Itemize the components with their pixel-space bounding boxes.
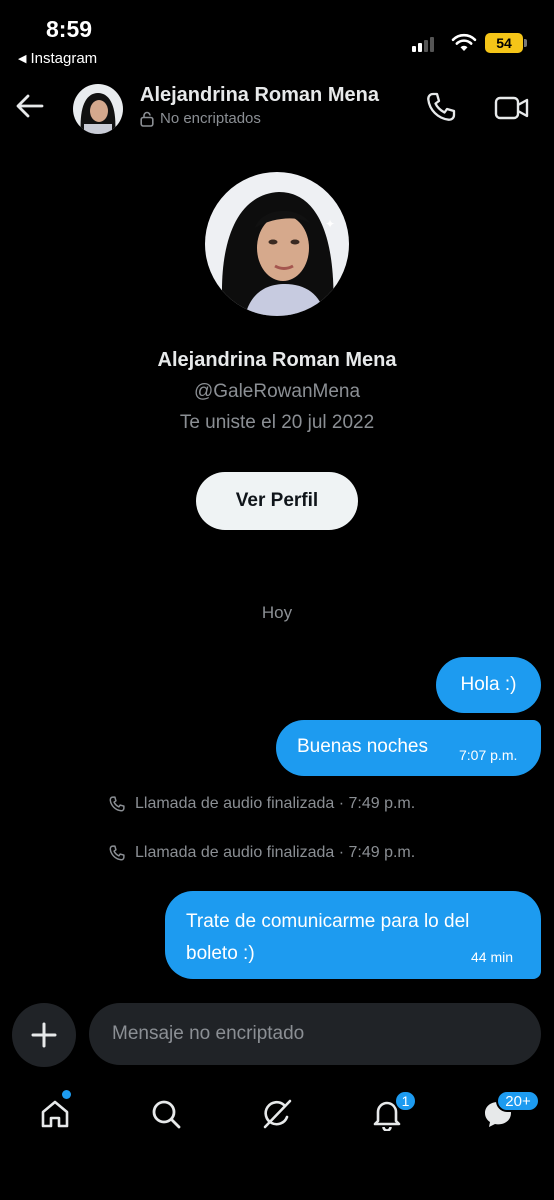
message-time: 7:07 p.m. <box>459 747 518 763</box>
message-text: Hola :) <box>460 674 517 695</box>
message-bubble[interactable]: Hola :) <box>436 657 541 713</box>
cellular-signal-icon <box>412 36 434 52</box>
home-icon <box>41 1100 69 1128</box>
status-bar: 8:59 ◀ Instagram 54 <box>0 0 554 72</box>
day-separator: Hoy <box>261 603 293 622</box>
messages-badge: 20+ <box>496 1090 540 1112</box>
phone-icon <box>109 845 125 861</box>
notifications-badge: 1 <box>394 1090 417 1112</box>
svg-text:✦: ✦ <box>325 217 335 231</box>
call-log-item: Llamada de audio finalizada · 7:49 p.m. <box>108 844 415 862</box>
add-attachment-button[interactable] <box>12 1003 76 1067</box>
status-time: 8:59 <box>46 16 93 42</box>
lock-icon <box>140 111 154 127</box>
back-app-label: Instagram <box>30 50 98 67</box>
avatar[interactable] <box>73 84 123 134</box>
encryption-status: No encriptados <box>140 110 261 127</box>
call-log-text: Llamada de audio finalizada · 7:49 p.m. <box>135 795 416 812</box>
video-camera-icon[interactable] <box>494 92 530 124</box>
message-time: 44 min <box>471 949 514 965</box>
call-log-text: Llamada de audio finalizada · 7:49 p.m. <box>135 844 416 861</box>
battery-tip <box>524 39 527 47</box>
phone-icon <box>109 796 125 812</box>
contact-name[interactable]: Alejandrina Roman Mena <box>140 84 379 107</box>
view-profile-button[interactable]: Ver Perfil <box>196 472 358 530</box>
encryption-label: No encriptados <box>160 110 261 127</box>
profile-joined-date: Te uniste el 20 jul 2022 <box>179 412 375 433</box>
nav-home[interactable] <box>35 1094 75 1134</box>
message-bubble[interactable]: Buenas noches 7:07 p.m. <box>276 720 541 776</box>
back-to-app-link[interactable]: ◀ Instagram <box>18 50 97 67</box>
profile-avatar[interactable]: ✦ <box>205 172 349 316</box>
plus-icon <box>31 1022 57 1048</box>
profile-avatar-image: ✦ <box>205 172 349 316</box>
back-arrow-icon[interactable] <box>14 90 46 122</box>
nav-search[interactable] <box>146 1094 186 1134</box>
battery-icon: 54 <box>485 33 523 53</box>
profile-handle: @GaleRowanMena <box>193 381 361 402</box>
avatar-image <box>73 84 123 134</box>
phone-icon[interactable] <box>424 90 458 124</box>
message-text: Buenas noches <box>297 736 428 757</box>
call-log-item: Llamada de audio finalizada · 7:49 p.m. <box>108 795 415 813</box>
home-notification-dot <box>62 1090 71 1099</box>
chat-header: Alejandrina Roman Mena No encriptados <box>0 78 554 138</box>
nav-grok[interactable] <box>257 1094 297 1134</box>
back-triangle-icon: ◀ <box>18 53 27 65</box>
message-bubble[interactable]: Trate de comunicarme para lo del boleto … <box>165 891 541 979</box>
grok-icon <box>263 1099 292 1129</box>
search-icon <box>152 1100 181 1129</box>
message-input[interactable] <box>89 1003 541 1065</box>
profile-name: Alejandrina Roman Mena <box>157 349 397 371</box>
wifi-icon <box>451 33 477 51</box>
